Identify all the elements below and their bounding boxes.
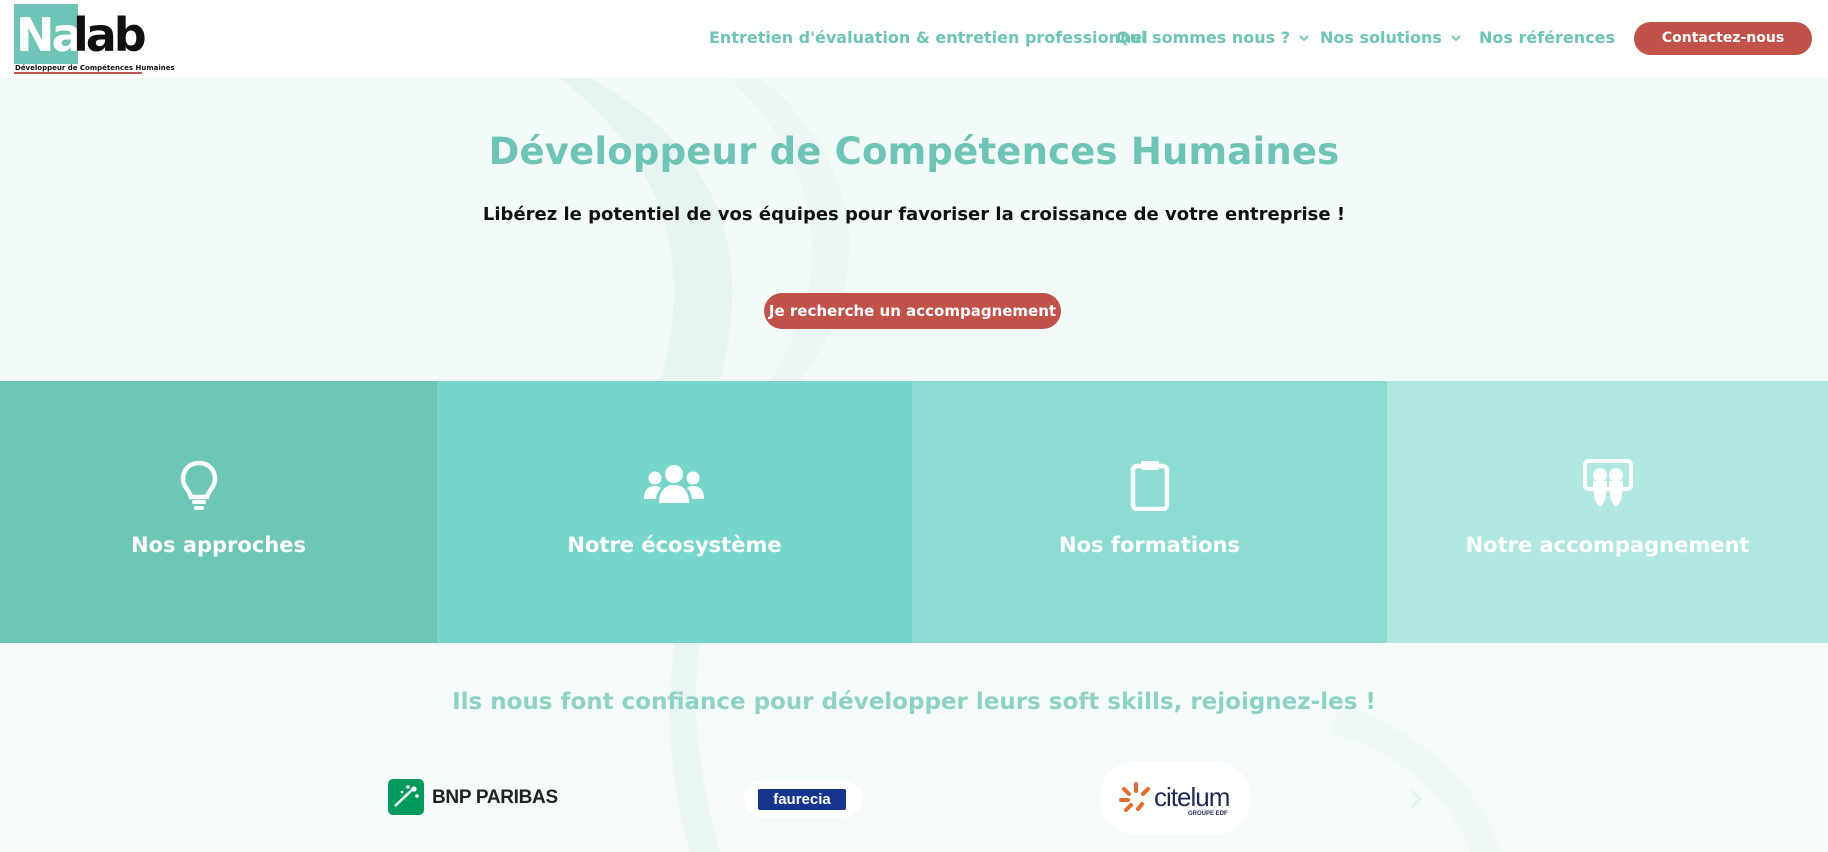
nav-item-label: Qui sommes nous ? [1116, 28, 1290, 47]
hero-section: Développeur de Compétences Humaines Libé… [0, 78, 1828, 381]
brand-name: faurecia [758, 789, 846, 810]
brand-name: citelum [1154, 782, 1230, 812]
tile-nos-formations[interactable]: Nos formations [912, 381, 1387, 643]
tile-label: Notre accompagnement [1465, 533, 1750, 557]
nav-item-label: Nos solutions [1320, 28, 1442, 47]
tile-notre-accompagnement[interactable]: Notre accompagnement [1387, 381, 1828, 643]
clipboard-icon [1130, 461, 1170, 511]
feature-tiles: Nos approches Notre écosystème Nos forma… [0, 381, 1828, 643]
citelum-sunburst-icon [1119, 782, 1150, 812]
chevron-right-icon [1411, 790, 1422, 808]
brand-name: BNP PARIBAS [432, 787, 558, 808]
nav-item-nos-solutions[interactable]: Nos solutions [1320, 26, 1461, 50]
brand-subline: GROUPE EDF [1188, 811, 1228, 817]
carousel-next-button[interactable] [1406, 787, 1426, 811]
main-navigation: Entretien d'évaluation & entretien profe… [0, 0, 1828, 78]
tile-label: Nos approches [131, 533, 306, 557]
tile-nos-approches[interactable]: Nos approches [0, 381, 437, 643]
nav-item-entretien[interactable]: Entretien d'évaluation & entretien profe… [709, 26, 1148, 50]
nav-item-qui-sommes-nous[interactable]: Qui sommes nous ? [1116, 26, 1309, 50]
bnp-star-icon [388, 779, 424, 815]
chevron-down-icon [1299, 35, 1309, 42]
hero-subtitle: Libérez le potentiel de vos équipes pour… [482, 204, 1346, 225]
tile-notre-ecosysteme[interactable]: Notre écosystème [437, 381, 912, 643]
nav-item-label: Entretien d'évaluation & entretien profe… [709, 28, 1148, 47]
site-header: Na lab Développeur de Compétences Humain… [0, 0, 1828, 78]
tile-label: Notre écosystème [567, 533, 782, 557]
background-swirl-decoration [560, 78, 850, 381]
users-icon [644, 465, 704, 503]
chevron-down-icon [1451, 35, 1461, 42]
clients-title: Ils nous font confiance pour développer … [452, 689, 1376, 715]
nav-item-nos-references[interactable]: Nos références [1479, 26, 1615, 50]
citelum-logo[interactable]: citelum GROUPE EDF [1100, 762, 1250, 834]
faurecia-logo[interactable]: faurecia [744, 781, 862, 817]
background-swirl-decoration [670, 643, 1500, 852]
contact-button[interactable]: Contactez-nous [1634, 22, 1812, 55]
tile-label: Nos formations [1059, 533, 1240, 557]
lightbulb-icon [180, 460, 218, 510]
accompaniment-request-button[interactable]: Je recherche un accompagnement [764, 293, 1061, 329]
clients-section: Ils nous font confiance pour développer … [0, 643, 1828, 852]
nav-item-label: Nos références [1479, 28, 1616, 47]
bnp-paribas-logo[interactable]: BNP PARIBAS [388, 779, 564, 817]
hero-title: Développeur de Compétences Humaines [488, 130, 1340, 173]
slideshare-icon [1583, 459, 1633, 507]
